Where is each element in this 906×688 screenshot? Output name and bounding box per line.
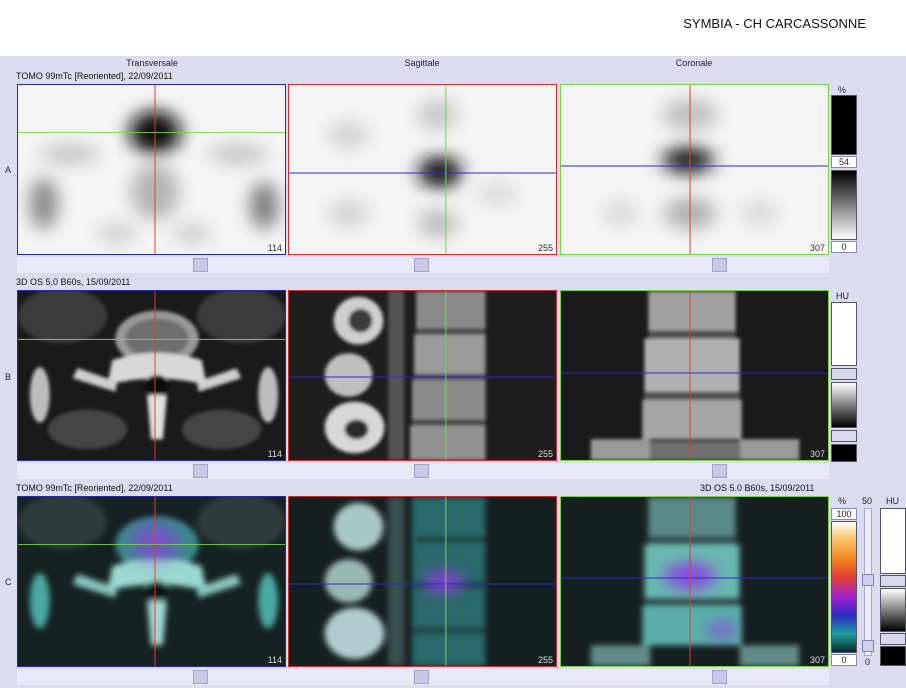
row-label-a: A <box>5 165 12 175</box>
ct-transversal-image <box>18 291 285 460</box>
row-c-slice-scrollbar[interactable] <box>17 669 829 685</box>
colorbar-c-pet-scale[interactable] <box>831 521 857 653</box>
ct-coronal-image <box>561 291 828 460</box>
colorbar-c-pct-unit: % <box>838 496 847 506</box>
row-label-b: B <box>5 372 12 382</box>
viewport-b-sagittal[interactable]: 255 <box>288 290 557 461</box>
column-header-coronal: Coronale <box>675 58 713 68</box>
blend-slider-max-label: 50 <box>862 496 873 506</box>
row-c-thumb-transversal[interactable] <box>193 670 208 684</box>
colorbar-b-unit: HU <box>836 291 849 301</box>
colorbar-c-hu-unit: HU <box>886 496 899 506</box>
fusion-coronal-image <box>561 497 828 666</box>
viewport-c-coronal[interactable]: 307 <box>560 496 829 667</box>
colorbar-b-bottom[interactable] <box>831 444 857 462</box>
slice-number-a-sagittal: 255 <box>537 243 553 253</box>
colorbar-b-upper[interactable] <box>831 302 857 366</box>
colorbar-a-lower[interactable] <box>831 170 857 240</box>
colorbar-b-handle-top[interactable] <box>831 368 857 380</box>
viewport-b-transversal[interactable]: 114 <box>17 290 286 461</box>
slice-number-c-transversal: 114 <box>267 655 282 665</box>
row-b-thumb-sagittal[interactable] <box>414 464 429 478</box>
row-a-thumb-coronal[interactable] <box>712 258 727 272</box>
colorbar-c-ct-handle-bottom[interactable] <box>880 633 906 645</box>
viewport-b-coronal[interactable]: 307 <box>560 290 829 461</box>
row-b-thumb-coronal[interactable] <box>712 464 727 478</box>
ct-sagittal-image <box>289 291 556 460</box>
app-header: SYMBIA - CH CARCASSONNE <box>0 0 906 56</box>
fusion-sagittal-image <box>289 497 556 666</box>
row-label-c: C <box>5 577 12 587</box>
colorbar-b-handle-bottom[interactable] <box>831 430 857 442</box>
spect-sagittal-image <box>289 85 556 254</box>
row-a-series-info: TOMO 99mTc [Reoriented], 22/09/2011 <box>16 71 173 81</box>
slice-number-c-coronal: 307 <box>809 655 825 665</box>
spect-coronal-image <box>561 85 828 254</box>
viewport-a-transversal[interactable]: 114 <box>17 84 286 255</box>
colorbar-a-value-mid[interactable]: 54 <box>831 156 857 168</box>
viewport-a-coronal[interactable]: 307 <box>560 84 829 255</box>
slice-number-b-transversal: 114 <box>267 449 282 459</box>
slice-number-a-coronal: 307 <box>809 243 825 253</box>
slice-number-c-sagittal: 255 <box>537 655 553 665</box>
blend-slider-lower-knob[interactable] <box>862 640 874 652</box>
fusion-transversal-image <box>18 497 285 666</box>
row-c-series-info-ct: 3D OS 5.0 B60s, 15/09/2011 <box>700 483 815 493</box>
colorbar-a-unit: % <box>838 85 847 95</box>
viewport-c-sagittal[interactable]: 255 <box>288 496 557 667</box>
viewport-a-sagittal[interactable]: 255 <box>288 84 557 255</box>
blend-slider-min-label: 0 <box>865 657 871 667</box>
row-a-thumb-transversal[interactable] <box>193 258 208 272</box>
colorbar-c-min-value[interactable]: 0 <box>831 654 857 666</box>
row-a-slice-scrollbar[interactable] <box>17 257 829 273</box>
colorbar-c-ct-gradient[interactable] <box>880 588 906 632</box>
colorbar-a-upper[interactable] <box>831 95 857 155</box>
column-header-transversal: Transversale <box>126 58 178 68</box>
colorbar-c-ct-handle-top[interactable] <box>880 575 906 587</box>
column-header-sagittal: Sagittale <box>404 58 440 68</box>
colorbar-c-ct-upper[interactable] <box>880 508 906 574</box>
blend-slider-knob[interactable] <box>862 574 874 586</box>
row-c-thumb-coronal[interactable] <box>712 670 727 684</box>
slice-number-a-transversal: 114 <box>267 243 282 253</box>
row-b-slice-scrollbar[interactable] <box>17 463 829 479</box>
spect-transversal-image <box>18 85 285 254</box>
slice-number-b-sagittal: 255 <box>537 449 553 459</box>
colorbar-c-max-value[interactable]: 100 <box>831 508 857 520</box>
colorbar-a-value-min[interactable]: 0 <box>831 241 857 253</box>
row-c-series-info-nm: TOMO 99mTc [Reoriented], 22/09/2011 <box>16 483 173 493</box>
row-b-series-info: 3D OS 5.0 B60s, 15/09/2011 <box>16 277 131 287</box>
hospital-name: SYMBIA - CH CARCASSONNE <box>683 16 866 31</box>
colorbar-b-lower[interactable] <box>831 382 857 428</box>
slice-number-b-coronal: 307 <box>809 449 825 459</box>
row-a-thumb-sagittal[interactable] <box>414 258 429 272</box>
viewport-c-transversal[interactable]: 114 <box>17 496 286 667</box>
row-b-thumb-transversal[interactable] <box>193 464 208 478</box>
colorbar-c-ct-bottom[interactable] <box>880 646 906 666</box>
row-c-thumb-sagittal[interactable] <box>414 670 429 684</box>
